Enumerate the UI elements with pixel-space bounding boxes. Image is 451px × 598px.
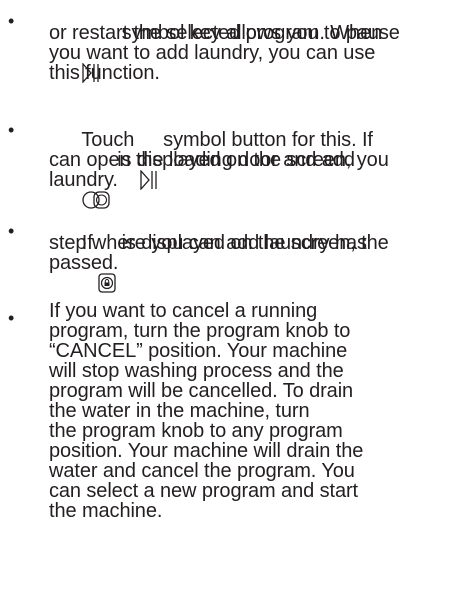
instruction-line: this function.: [49, 62, 160, 84]
instruction-text: symbol button for this. If: [157, 129, 373, 151]
instruction-line: the program knob to any program: [49, 420, 343, 442]
instruction-line: If you want to cancel a running: [49, 300, 318, 322]
bullet: •: [8, 221, 15, 241]
door-open-icon: [82, 150, 112, 209]
bullet: •: [8, 308, 15, 328]
instruction-line: position. Your machine will drain the: [49, 440, 364, 462]
instruction-line: program will be cancelled. To drain: [49, 380, 354, 402]
instruction-text: Touch: [81, 129, 140, 151]
instruction-line: If is displayed on the screen, the: [49, 213, 389, 293]
instruction-line: the water in the machine, turn: [49, 400, 310, 422]
bullet: •: [8, 120, 15, 140]
instruction-line: or restart the selected program. When: [49, 22, 383, 44]
instruction-line: symbol key allows you to pause: [49, 3, 400, 83]
instruction-line: can select a new program and start: [49, 480, 358, 502]
door-lock-icon: [98, 233, 116, 293]
pause-play-icon: [82, 23, 100, 83]
pause-play-icon: [140, 130, 158, 190]
instruction-line: will stop washing process and the: [49, 360, 344, 382]
instruction-line: the machine.: [49, 500, 163, 522]
instruction-line: program, turn the program knob to: [49, 320, 351, 342]
instruction-line: Touch symbol button for this. If: [49, 110, 389, 190]
instruction-line: water and cancel the program. You: [49, 460, 355, 482]
bullet: •: [8, 11, 15, 31]
instruction-line: “CANCEL” position. Your machine: [49, 340, 348, 362]
